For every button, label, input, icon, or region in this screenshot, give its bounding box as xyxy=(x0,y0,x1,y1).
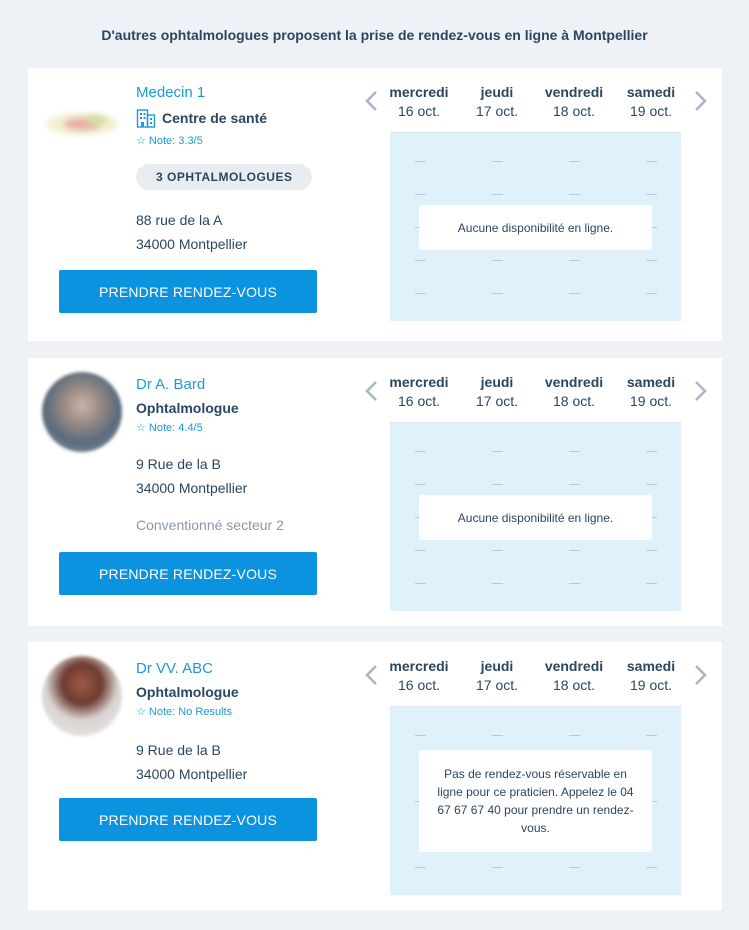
address-street: 9 Rue de la B xyxy=(136,456,221,472)
day-date: 17 oct. xyxy=(475,393,519,409)
day-name: mercredi xyxy=(389,374,449,390)
day-name: jeudi xyxy=(480,84,514,100)
specialty: Ophtalmologue xyxy=(136,684,239,700)
day-column: samedi 19 oct. xyxy=(611,658,691,693)
chevron-left-icon[interactable] xyxy=(364,664,378,686)
doctor-name-link[interactable]: Medecin 1 xyxy=(136,84,205,101)
day-name: mercredi xyxy=(389,658,449,674)
day-name: mercredi xyxy=(389,84,449,100)
book-appointment-button[interactable]: PRENDRE RENDEZ-VOUS xyxy=(59,270,317,313)
day-date: 19 oct. xyxy=(629,677,673,693)
day-date: 16 oct. xyxy=(397,103,441,119)
day-name: vendredi xyxy=(544,658,604,674)
day-name: samedi xyxy=(626,84,676,100)
day-date: 18 oct. xyxy=(552,393,596,409)
specialty-label: Ophtalmologue xyxy=(136,400,239,416)
doctor-card: Dr A. Bard Ophtalmologue ☆ Note: 4.4/5 9… xyxy=(28,358,722,626)
day-column: vendredi 18 oct. xyxy=(534,84,614,119)
day-column: samedi 19 oct. xyxy=(611,84,691,119)
specialty: Ophtalmologue xyxy=(136,400,239,416)
no-availability-message: Aucune disponibilité en ligne. xyxy=(419,205,652,250)
day-column: vendredi 18 oct. xyxy=(534,374,614,409)
doctor-name-link[interactable]: Dr A. Bard xyxy=(136,376,205,393)
book-appointment-button[interactable]: PRENDRE RENDEZ-VOUS xyxy=(59,552,317,595)
day-column: vendredi 18 oct. xyxy=(534,658,614,693)
convention-sector: Conventionné secteur 2 xyxy=(136,517,284,533)
day-name: samedi xyxy=(626,658,676,674)
rating: ☆ Note: 3.3/5 xyxy=(136,135,203,147)
availability-grid: Aucune disponibilité en ligne. xyxy=(390,133,681,321)
day-name: vendredi xyxy=(544,374,604,390)
building-icon xyxy=(136,109,156,128)
chevron-right-icon[interactable] xyxy=(694,664,708,686)
day-date: 16 oct. xyxy=(397,677,441,693)
day-column: jeudi 17 oct. xyxy=(457,84,537,119)
day-date: 18 oct. xyxy=(552,677,596,693)
address-city: 34000 Montpellier xyxy=(136,766,248,782)
clinic-logo[interactable] xyxy=(42,85,122,165)
day-column: mercredi 16 oct. xyxy=(379,374,459,409)
address-street: 9 Rue de la B xyxy=(136,742,221,758)
day-name: jeudi xyxy=(480,374,514,390)
day-column: mercredi 16 oct. xyxy=(379,84,459,119)
day-column: mercredi 16 oct. xyxy=(379,658,459,693)
day-name: samedi xyxy=(626,374,676,390)
chevron-right-icon[interactable] xyxy=(694,90,708,112)
day-date: 16 oct. xyxy=(397,393,441,409)
practitioners-badge[interactable]: 3 OPHTALMOLOGUES xyxy=(136,164,313,190)
day-date: 19 oct. xyxy=(629,103,673,119)
address-city: 34000 Montpellier xyxy=(136,480,248,496)
rating: ☆ Note: 4.4/5 xyxy=(136,422,203,434)
address-city: 34000 Montpellier xyxy=(136,236,248,252)
doctor-card: Medecin 1 Centre de santé ☆ Note: 3.3/5 … xyxy=(28,68,722,341)
doctor-name-link[interactable]: Dr VV. ABC xyxy=(136,660,213,677)
day-date: 17 oct. xyxy=(475,103,519,119)
day-date: 18 oct. xyxy=(552,103,596,119)
no-availability-message: Aucune disponibilité en ligne. xyxy=(419,495,652,540)
day-column: jeudi 17 oct. xyxy=(457,658,537,693)
rating: ☆ Note: No Results xyxy=(136,706,233,718)
day-date: 17 oct. xyxy=(475,677,519,693)
call-practitioner-message: Pas de rendez-vous réservable en ligne p… xyxy=(419,750,652,852)
book-appointment-button[interactable]: PRENDRE RENDEZ-VOUS xyxy=(59,798,317,841)
address-street: 88 rue de la A xyxy=(136,212,223,228)
doctor-photo[interactable] xyxy=(42,656,122,736)
day-name: vendredi xyxy=(544,84,604,100)
availability-grid: Pas de rendez-vous réservable en ligne p… xyxy=(390,707,681,895)
doctor-photo[interactable] xyxy=(42,372,122,452)
specialty-label: Ophtalmologue xyxy=(136,684,239,700)
day-name: jeudi xyxy=(480,658,514,674)
chevron-left-icon[interactable] xyxy=(364,90,378,112)
availability-grid: Aucune disponibilité en ligne. xyxy=(390,423,681,611)
specialty-label: Centre de santé xyxy=(162,110,268,126)
day-date: 19 oct. xyxy=(629,393,673,409)
doctor-card: Dr VV. ABC Ophtalmologue ☆ Note: No Resu… xyxy=(28,642,722,910)
day-column: samedi 19 oct. xyxy=(611,374,691,409)
specialty: Centre de santé xyxy=(136,108,267,128)
chevron-left-icon[interactable] xyxy=(364,380,378,402)
page-title: D'autres ophtalmologues proposent la pri… xyxy=(101,27,648,43)
chevron-right-icon[interactable] xyxy=(694,380,708,402)
day-column: jeudi 17 oct. xyxy=(457,374,537,409)
